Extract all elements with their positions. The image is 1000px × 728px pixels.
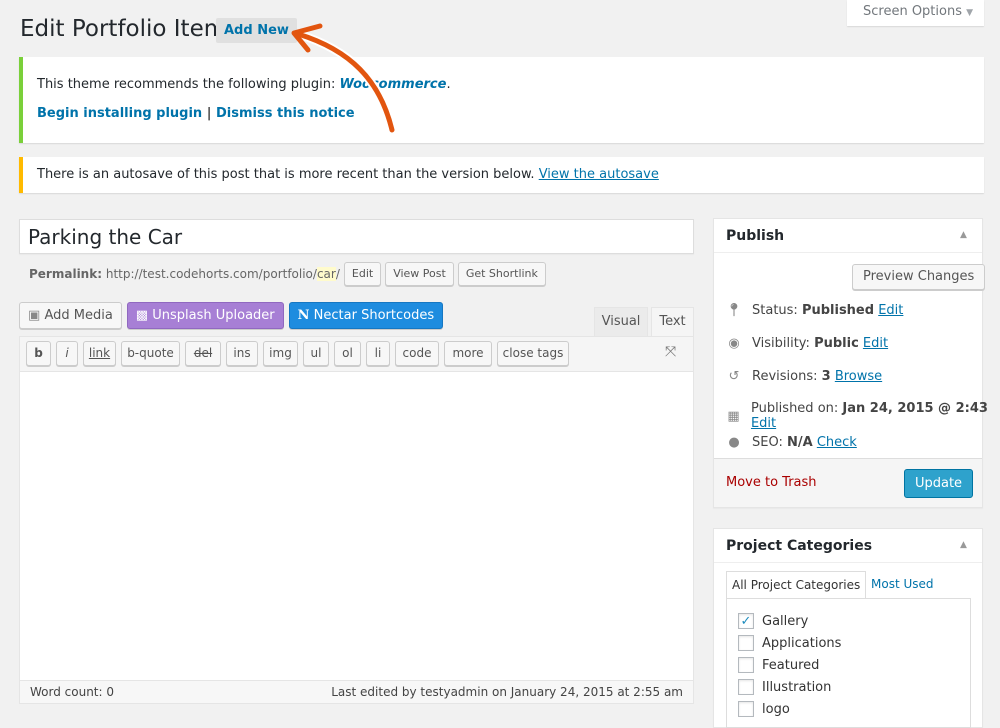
quicktag-img-button[interactable]: img [263, 341, 298, 366]
update-button[interactable]: Update [904, 469, 973, 498]
category-checkbox[interactable] [738, 657, 754, 673]
visibility-value: Public [814, 335, 859, 351]
quicktag-more-button[interactable]: more [444, 341, 492, 366]
publish-title: Publish [726, 228, 785, 244]
history-icon: ↺ [728, 368, 740, 384]
quicktag-close-tags-button[interactable]: close tags [497, 341, 569, 366]
category-label: Applications [762, 635, 842, 651]
quicktag-link-button[interactable]: link [83, 341, 116, 366]
quicktag-b-quote-button[interactable]: b-quote [121, 341, 180, 366]
permalink-slug: car [316, 267, 336, 281]
status-value: Published [801, 302, 875, 318]
seo-value: N/A [786, 434, 813, 450]
seo-label: SEO: [752, 434, 787, 450]
screen-options-button[interactable]: Screen Options ▼ [847, 0, 984, 26]
autosave-text: There is an autosave of this post that i… [37, 167, 539, 182]
revisions-label: Revisions: [752, 368, 822, 384]
status-label: Status: [752, 302, 802, 318]
fullscreen-icon[interactable]: ⤧ [665, 344, 676, 360]
screen-options-label: Screen Options [863, 4, 962, 19]
category-checkbox[interactable] [738, 635, 754, 651]
seo-status-icon: ● [728, 434, 740, 450]
divider [714, 562, 982, 563]
autosave-notice: There is an autosave of this post that i… [19, 157, 984, 193]
media-icon: ▣ [28, 308, 41, 323]
get-shortlink-button[interactable]: Get Shortlink [457, 262, 546, 286]
post-title-input[interactable]: Parking the Car [19, 219, 694, 254]
categories-title: Project Categories [726, 538, 873, 554]
edit-status-link[interactable]: Edit [878, 303, 903, 318]
category-label: Illustration [762, 679, 832, 695]
visibility-label: Visibility: [752, 335, 815, 351]
view-autosave-link[interactable]: View the autosave [539, 167, 659, 182]
category-item[interactable]: logo [738, 701, 790, 717]
move-to-trash-link[interactable]: Move to Trash [726, 475, 817, 490]
period: . [446, 77, 451, 92]
published-label: Published on: [750, 401, 843, 416]
category-label: Gallery [762, 613, 809, 629]
nectar-icon: N [297, 308, 310, 323]
category-item[interactable]: ✓ Gallery [738, 613, 808, 629]
separator: | [206, 106, 212, 121]
tab-text[interactable]: Text [651, 307, 694, 337]
edit-visibility-link[interactable]: Edit [863, 336, 888, 351]
browse-revisions-link[interactable]: Browse [835, 369, 882, 384]
quicktag-ul-button[interactable]: ul [303, 341, 329, 366]
category-checkbox[interactable] [738, 701, 754, 717]
tab-all-categories[interactable]: All Project Categories [726, 571, 867, 599]
add-media-label: Add Media [44, 308, 113, 323]
page-title: Edit Portfolio Item [20, 16, 227, 42]
category-label: Featured [762, 657, 820, 673]
permalink-label: Permalink: [29, 267, 103, 281]
collapse-icon[interactable]: ▲ [960, 540, 967, 550]
caret-down-icon: ▼ [966, 8, 974, 18]
begin-installing-link[interactable]: Begin installing plugin [37, 106, 202, 121]
tab-most-used[interactable]: Most Used [871, 577, 934, 591]
published-value: Jan 24, 2015 @ 2:43 [842, 401, 988, 416]
revisions-value: 3 [821, 368, 831, 384]
annotation-arrow-icon [291, 23, 397, 135]
category-item[interactable]: Featured [738, 657, 819, 673]
image-icon: ▩ [135, 308, 149, 323]
eye-icon: ◉ [728, 335, 740, 351]
last-edited: Last edited by testyadmin on January 24,… [331, 685, 683, 699]
quicktag-ins-button[interactable]: ins [226, 341, 258, 366]
calendar-icon: ▦ [727, 408, 740, 424]
edit-date-link[interactable]: Edit [751, 416, 776, 431]
quicktag-li-button[interactable]: li [366, 341, 390, 366]
category-item[interactable]: Illustration [738, 679, 831, 695]
category-checkbox[interactable] [738, 679, 754, 695]
quicktag-code-button[interactable]: code [395, 341, 439, 366]
nectar-label: Nectar Shortcodes [313, 308, 435, 323]
tab-visual[interactable]: Visual [594, 307, 648, 336]
collapse-icon[interactable]: ▲ [960, 230, 967, 240]
edit-permalink-button[interactable]: Edit [343, 262, 382, 286]
quicktag-del-button[interactable]: del [185, 341, 221, 366]
nectar-shortcodes-button[interactable]: N Nectar Shortcodes [288, 302, 444, 329]
content-textarea[interactable] [19, 371, 694, 681]
category-label: logo [762, 701, 790, 717]
permalink-base: http://test.codehorts.com/portfolio/ [105, 267, 317, 281]
preview-changes-button[interactable]: Preview Changes [852, 264, 986, 290]
quicktag-ol-button[interactable]: ol [334, 341, 361, 366]
word-count: Word count: 0 [30, 685, 115, 699]
quicktag-b-button[interactable]: b [26, 341, 51, 366]
permalink-end: / [335, 267, 340, 281]
category-checkbox[interactable]: ✓ [738, 613, 754, 629]
view-post-button[interactable]: View Post [385, 262, 454, 286]
unsplash-uploader-button[interactable]: ▩ Unsplash Uploader [126, 302, 284, 329]
divider [714, 252, 982, 253]
status-bar: Word count: 0 Last edited by testyadmin … [19, 680, 694, 704]
check-seo-link[interactable]: Check [817, 435, 857, 450]
pin-icon: 📍︎ [725, 302, 743, 318]
plugin-notice: This theme recommends the following plug… [19, 57, 984, 143]
unsplash-label: Unsplash Uploader [152, 308, 275, 323]
quicktag-i-button[interactable]: i [56, 341, 78, 366]
category-item[interactable]: Applications [738, 635, 841, 651]
add-media-button[interactable]: ▣ Add Media [19, 302, 122, 329]
